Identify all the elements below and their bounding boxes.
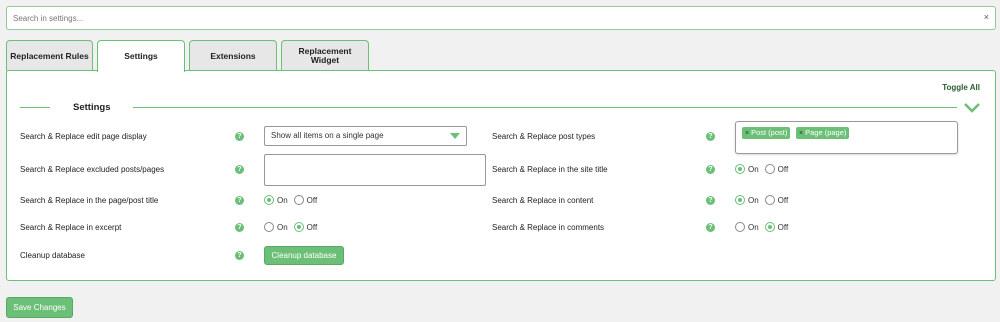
section-divider-left xyxy=(20,107,50,108)
help-icon[interactable]: ? xyxy=(235,132,244,141)
chip-label: Post (post) xyxy=(751,128,788,137)
chevron-down-icon[interactable] xyxy=(963,101,981,115)
radio-on-label: On xyxy=(748,164,759,174)
edit-page-display-label: Search & Replace edit page display xyxy=(20,132,147,141)
edit-page-display-select[interactable]: Show all items on a single page xyxy=(264,126,467,146)
radio-off[interactable] xyxy=(764,164,775,174)
radio-off-label: Off xyxy=(306,222,318,232)
tab-replacement-widget[interactable]: Replacement Widget xyxy=(281,40,369,71)
excluded-posts-input[interactable] xyxy=(264,154,486,186)
help-icon[interactable]: ? xyxy=(706,196,715,205)
section-divider-right xyxy=(133,107,957,108)
site-title-radio-group: On Off xyxy=(735,164,794,174)
page-post-title-label: Search & Replace in the page/post title xyxy=(20,196,159,205)
excerpt-label: Search & Replace in excerpt xyxy=(20,223,122,232)
radio-on-label: On xyxy=(277,195,288,205)
help-icon[interactable]: ? xyxy=(706,223,715,232)
comments-radio-group: On Off xyxy=(735,222,794,232)
clear-search-icon[interactable]: × xyxy=(984,12,989,22)
post-type-chip: × Page (page) xyxy=(796,127,850,139)
chip-label: Page (page) xyxy=(805,128,847,137)
radio-on[interactable] xyxy=(264,222,274,232)
radio-off[interactable] xyxy=(764,195,775,205)
edit-page-display-value: Show all items on a single page xyxy=(271,131,384,140)
radio-on[interactable] xyxy=(735,164,745,174)
section-title: Settings xyxy=(73,102,111,113)
radio-off-label: Off xyxy=(306,195,318,205)
dropdown-caret-icon xyxy=(450,133,460,139)
radio-on-label: On xyxy=(277,222,288,232)
radio-off-label: Off xyxy=(777,164,789,174)
radio-off[interactable] xyxy=(764,222,775,232)
content-radio-group: On Off xyxy=(735,195,794,205)
tab-settings[interactable]: Settings xyxy=(97,40,185,72)
radio-on-label: On xyxy=(748,222,759,232)
save-changes-button[interactable]: Save Changes xyxy=(6,297,73,318)
help-icon[interactable]: ? xyxy=(235,251,244,260)
post-types-multiselect[interactable]: × Post (post) × Page (page) xyxy=(735,121,958,154)
cleanup-database-button[interactable]: Cleanup database xyxy=(264,246,344,265)
remove-chip-icon[interactable]: × xyxy=(745,130,749,137)
radio-on[interactable] xyxy=(735,222,745,232)
radio-on[interactable] xyxy=(735,195,745,205)
settings-search-box[interactable]: × xyxy=(6,6,996,30)
remove-chip-icon[interactable]: × xyxy=(799,130,803,137)
settings-search-input[interactable] xyxy=(7,7,967,29)
excerpt-radio-group: On Off xyxy=(264,222,323,232)
settings-panel: Toggle All Settings Search & Replace edi… xyxy=(6,70,996,281)
help-icon[interactable]: ? xyxy=(235,165,244,174)
radio-on[interactable] xyxy=(264,195,274,205)
help-icon[interactable]: ? xyxy=(235,223,244,232)
radio-off-label: Off xyxy=(777,195,789,205)
excluded-posts-label: Search & Replace excluded posts/pages xyxy=(20,165,165,174)
post-types-label: Search & Replace post types xyxy=(492,132,596,141)
site-title-label: Search & Replace in the site title xyxy=(492,165,608,174)
page-post-title-radio-group: On Off xyxy=(264,195,323,205)
radio-off[interactable] xyxy=(293,222,304,232)
tab-extensions[interactable]: Extensions xyxy=(189,40,277,71)
toggle-all-link[interactable]: Toggle All xyxy=(942,83,980,92)
help-icon[interactable]: ? xyxy=(706,165,715,174)
content-label: Search & Replace in content xyxy=(492,196,594,205)
comments-label: Search & Replace in comments xyxy=(492,223,605,232)
post-type-chip: × Post (post) xyxy=(742,127,791,139)
radio-on-label: On xyxy=(748,195,759,205)
help-icon[interactable]: ? xyxy=(235,196,244,205)
help-icon[interactable]: ? xyxy=(706,132,715,141)
tab-replacement-rules[interactable]: Replacement Rules xyxy=(6,40,93,71)
radio-off-label: Off xyxy=(777,222,789,232)
cleanup-database-label: Cleanup database xyxy=(20,251,85,260)
radio-off[interactable] xyxy=(293,195,304,205)
